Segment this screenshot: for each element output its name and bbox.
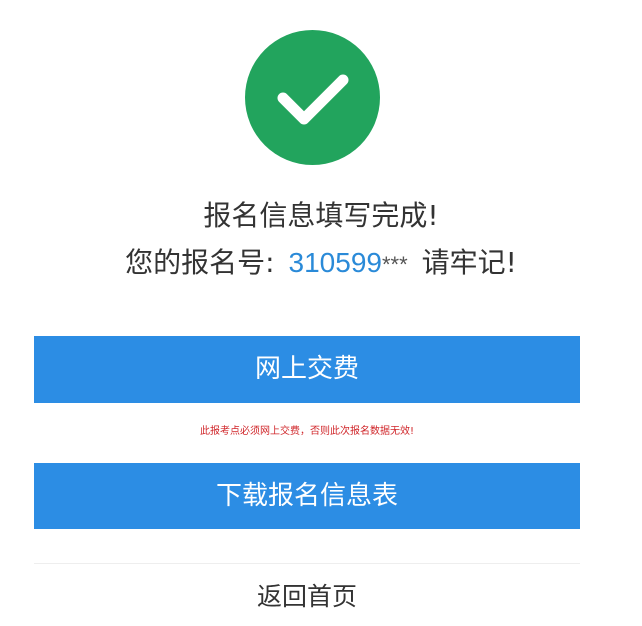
return-home-link[interactable]: 返回首页 [34,575,580,619]
remember-note: 请牢记! [421,246,517,279]
registration-number-mask: *** [381,252,408,277]
download-registration-form-button[interactable]: 下载报名信息表 [34,463,580,529]
checkmark-icon [277,74,349,125]
registration-line: 您的报名号: 310599*** 请牢记! [0,241,642,287]
online-payment-button[interactable]: 网上交费 [34,336,580,403]
registration-label: 您的报名号: [125,246,275,279]
divider [34,563,580,564]
success-checkmark-icon [245,30,380,165]
payment-warning: 此报考点必须网上交费，否则此次报名数据无效! [199,426,414,437]
completion-title: 报名信息填写完成! [203,199,439,232]
registration-number: 310599 [288,247,382,278]
